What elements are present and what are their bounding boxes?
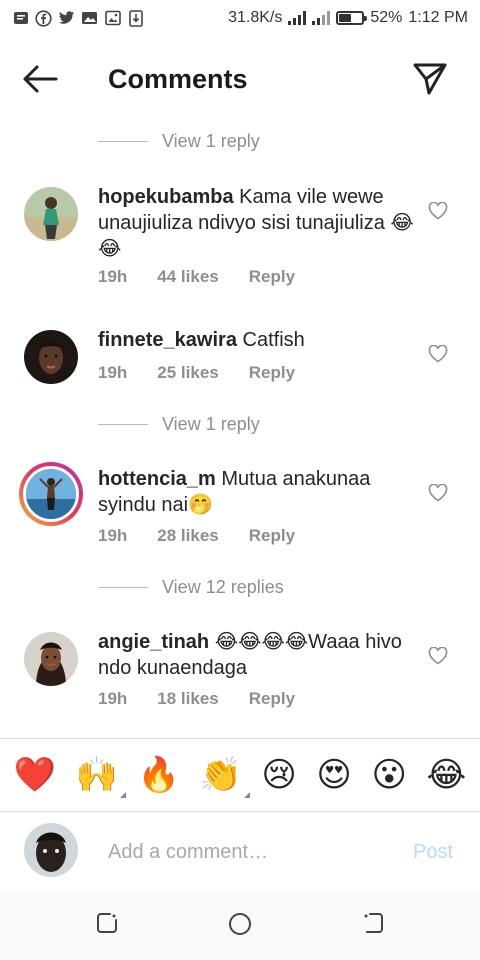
reply-button[interactable]: Reply (249, 267, 295, 287)
like-button[interactable] (428, 201, 448, 222)
my-avatar (24, 823, 78, 877)
emoji-tears-of-joy[interactable]: 😂 (426, 758, 466, 792)
share-button[interactable] (412, 62, 452, 98)
divider (98, 141, 148, 142)
reply-button[interactable]: Reply (249, 689, 295, 709)
comment-meta: 19h 28 likes Reply (98, 526, 295, 546)
emoji-clapping-hands[interactable]: 👏 (200, 758, 251, 798)
battery-icon (336, 11, 368, 25)
emoji-crying-face[interactable]: 😢 (261, 758, 296, 792)
signal-icon (288, 11, 307, 25)
message-icon (12, 10, 29, 27)
notification-icons (12, 9, 144, 27)
system-nav-bar (0, 890, 480, 960)
comment-username[interactable]: angie_tinah (98, 631, 209, 653)
view-replies-button[interactable]: View 12 replies (98, 577, 284, 598)
page-title: Comments (108, 64, 248, 94)
comment-time: 19h (98, 526, 128, 545)
like-button[interactable] (428, 483, 448, 504)
emoji-heart[interactable]: ❤️ (14, 758, 56, 792)
home-button[interactable] (228, 912, 252, 936)
comment-username[interactable]: hopekubamba (98, 186, 234, 208)
system-status: 31.8K/s 52% 1:12 PM (228, 9, 468, 27)
back-nav-icon (364, 913, 383, 933)
send-icon (413, 63, 447, 95)
comment-likes[interactable]: 25 likes (157, 363, 218, 383)
image-icon (104, 10, 121, 27)
comment-username[interactable]: hottencia_m (98, 468, 216, 490)
home-icon (229, 913, 251, 935)
reply-button[interactable]: Reply (249, 526, 295, 546)
avatar[interactable] (24, 187, 78, 241)
comment-time: 19h (98, 689, 128, 708)
avatar-with-story[interactable] (19, 462, 83, 526)
view-replies-button[interactable]: View 1 reply (98, 131, 260, 152)
view-replies-label: View 1 reply (162, 414, 260, 434)
emoji-heart-eyes[interactable]: 😍 (316, 758, 351, 792)
signal-icon-2 (312, 11, 331, 25)
view-replies-button[interactable]: View 1 reply (98, 414, 260, 435)
heart-icon (428, 344, 448, 363)
recents-button[interactable] (96, 912, 120, 936)
recents-icon (97, 913, 117, 933)
reply-button[interactable]: Reply (249, 363, 295, 383)
add-comment-row: Post (0, 812, 480, 890)
gallery-icon (81, 10, 98, 27)
download-icon (127, 9, 144, 27)
divider (98, 424, 148, 425)
network-speed: 31.8K/s (228, 9, 283, 26)
divider (98, 587, 148, 588)
emoji-fire[interactable]: 🔥 (138, 758, 180, 792)
comment-meta: 19h 25 likes Reply (98, 363, 295, 383)
quick-emoji-bar: ❤️ 🙌 🔥 👏 😢 😍 😮 😂 (0, 738, 480, 812)
view-replies-label: View 12 replies (162, 577, 284, 597)
avatar[interactable] (24, 330, 78, 384)
post-button[interactable]: Post (413, 841, 453, 864)
like-button[interactable] (428, 646, 448, 667)
clock: 1:12 PM (408, 9, 468, 26)
status-bar: 31.8K/s 52% 1:12 PM (0, 0, 480, 36)
heart-icon (428, 646, 448, 665)
avatar[interactable] (24, 632, 78, 686)
comment-body: Catfish (242, 329, 305, 351)
like-button[interactable] (428, 344, 448, 365)
back-nav-button[interactable] (362, 912, 386, 936)
comment-likes[interactable]: 28 likes (157, 526, 218, 546)
emoji-raised-hands[interactable]: 🙌 (76, 758, 127, 798)
facebook-icon (35, 9, 52, 27)
comment-time: 19h (98, 267, 128, 286)
twitter-icon (58, 10, 75, 27)
emoji-surprised-face[interactable]: 😮 (371, 758, 406, 792)
back-button[interactable] (22, 64, 62, 96)
battery-percent: 52% (370, 9, 403, 26)
comment-meta: 19h 18 likes Reply (98, 689, 295, 709)
comments-header: Comments (0, 44, 480, 116)
comment-meta: 19h 44 likes Reply (98, 267, 295, 287)
comment-input[interactable] (108, 839, 388, 865)
comment-likes[interactable]: 44 likes (157, 267, 218, 287)
back-arrow-icon (23, 65, 58, 93)
comment-text: angie_tinah 😂😂😂😂Waaa hivo ndo kunaendaga (98, 629, 418, 681)
comment-likes[interactable]: 18 likes (157, 689, 218, 709)
heart-icon (428, 483, 448, 502)
comment-text: hottencia_m Mutua anakunaa syindu nai🤭 (98, 466, 418, 518)
comment-time: 19h (98, 363, 128, 382)
comment-text: finnete_kawira Catfish (98, 327, 418, 353)
comment-text: hopekubamba Kama vile wewe unaujiuliza n… (98, 184, 418, 262)
view-replies-label: View 1 reply (162, 131, 260, 151)
heart-icon (428, 201, 448, 220)
comment-username[interactable]: finnete_kawira (98, 329, 237, 351)
